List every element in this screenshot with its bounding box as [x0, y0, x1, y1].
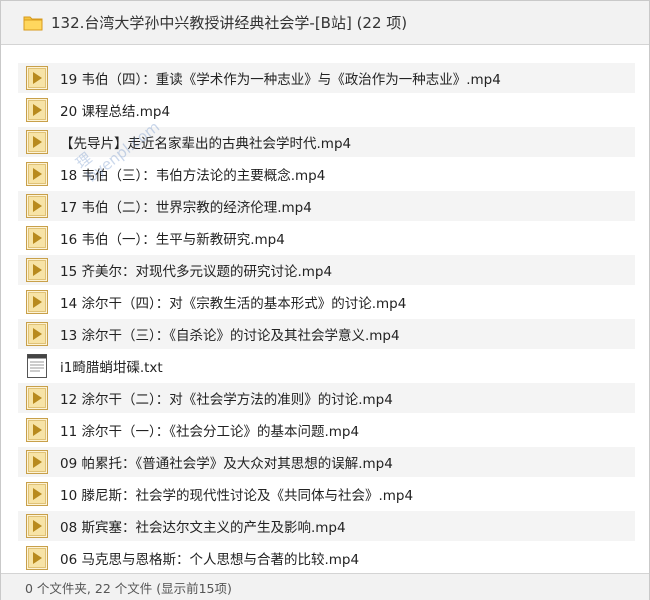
file-row[interactable]: 17 韦伯（二）：世界宗教的经济伦理.mp4: [18, 191, 635, 221]
file-row[interactable]: 10 滕尼斯：社会学的现代性讨论及《共同体与社会》.mp4: [18, 479, 635, 509]
video-file-icon: [26, 418, 48, 442]
file-name: 14 涂尔干（四）：对《宗教生活的基本形式》的讨论.mp4: [60, 296, 407, 312]
file-row[interactable]: 18 韦伯（三）：韦伯方法论的主要概念.mp4: [18, 159, 635, 189]
video-file-icon: [26, 546, 48, 570]
video-file-icon: [26, 482, 48, 506]
video-file-icon: [26, 66, 48, 90]
file-name: 20 课程总结.mp4: [60, 104, 171, 120]
file-name: 10 滕尼斯：社会学的现代性讨论及《共同体与社会》.mp4: [60, 488, 414, 504]
video-file-icon: [26, 322, 48, 346]
folder-title: 132.台湾大学孙中兴教授讲经典社会学-[B站] (22 项): [51, 14, 408, 32]
text-file-icon: [26, 354, 48, 378]
video-file-icon: [26, 226, 48, 250]
status-bar: 0 个文件夹, 22 个文件 (显示前15项): [1, 573, 649, 600]
file-listing-window: 132.台湾大学孙中兴教授讲经典社会学-[B站] (22 项) 19 韦伯（四）…: [0, 0, 650, 600]
video-file-icon: [26, 386, 48, 410]
file-row[interactable]: 12 涂尔干（二）：对《社会学方法的准则》的讨论.mp4: [18, 383, 635, 413]
video-file-icon: [26, 162, 48, 186]
file-name: 09 帕累托：《普通社会学》及大众对其思想的误解.mp4: [60, 456, 393, 472]
file-name: 17 韦伯（二）：世界宗教的经济伦理.mp4: [60, 200, 312, 216]
folder-icon: [23, 15, 43, 31]
file-name: 18 韦伯（三）：韦伯方法论的主要概念.mp4: [60, 168, 326, 184]
video-file-icon: [26, 194, 48, 218]
video-file-icon: [26, 290, 48, 314]
file-name: 16 韦伯（一）：生平与新教研究.mp4: [60, 232, 285, 248]
file-row[interactable]: 09 帕累托：《普通社会学》及大众对其思想的误解.mp4: [18, 447, 635, 477]
file-row[interactable]: 06 马克思与恩格斯：个人思想与合著的比较.mp4: [18, 543, 635, 571]
file-name: i1畸腊蛸坩磲.txt: [60, 360, 163, 376]
status-text: 0 个文件夹, 22 个文件 (显示前15项): [25, 580, 232, 596]
file-row[interactable]: 16 韦伯（一）：生平与新教研究.mp4: [18, 223, 635, 253]
folder-header: 132.台湾大学孙中兴教授讲经典社会学-[B站] (22 项): [1, 1, 649, 45]
file-name: 15 齐美尔：对现代多元议题的研究讨论.mp4: [60, 264, 333, 280]
file-row[interactable]: 14 涂尔干（四）：对《宗教生活的基本形式》的讨论.mp4: [18, 287, 635, 317]
file-list: 19 韦伯（四）：重读《学术作为一种志业》与《政治作为一种志业》.mp4 20 课…: [18, 63, 635, 571]
video-file-icon: [26, 514, 48, 538]
video-file-icon: [26, 258, 48, 282]
file-row[interactable]: 15 齐美尔：对现代多元议题的研究讨论.mp4: [18, 255, 635, 285]
file-row[interactable]: 20 课程总结.mp4: [18, 95, 635, 125]
file-row[interactable]: 11 涂尔干（一）：《社会分工论》的基本问题.mp4: [18, 415, 635, 445]
file-row[interactable]: i1畸腊蛸坩磲.txt: [18, 351, 635, 381]
file-name: 13 涂尔干（三）：《自杀论》的讨论及其社会学意义.mp4: [60, 328, 400, 344]
file-row[interactable]: 08 斯宾塞：社会达尔文主义的产生及影响.mp4: [18, 511, 635, 541]
video-file-icon: [26, 450, 48, 474]
file-name: 11 涂尔干（一）：《社会分工论》的基本问题.mp4: [60, 424, 360, 440]
file-name: 19 韦伯（四）：重读《学术作为一种志业》与《政治作为一种志业》.mp4: [60, 72, 501, 88]
video-file-icon: [26, 130, 48, 154]
file-row[interactable]: 【先导片】走近名家辈出的古典社会学时代.mp4: [18, 127, 635, 157]
video-file-icon: [26, 98, 48, 122]
file-row[interactable]: 19 韦伯（四）：重读《学术作为一种志业》与《政治作为一种志业》.mp4: [18, 63, 635, 93]
file-name: 12 涂尔干（二）：对《社会学方法的准则》的讨论.mp4: [60, 392, 393, 408]
file-name: 06 马克思与恩格斯：个人思想与合著的比较.mp4: [60, 552, 360, 568]
file-name: 08 斯宾塞：社会达尔文主义的产生及影响.mp4: [60, 520, 346, 536]
file-name: 【先导片】走近名家辈出的古典社会学时代.mp4: [60, 136, 352, 152]
file-row[interactable]: 13 涂尔干（三）：《自杀论》的讨论及其社会学意义.mp4: [18, 319, 635, 349]
